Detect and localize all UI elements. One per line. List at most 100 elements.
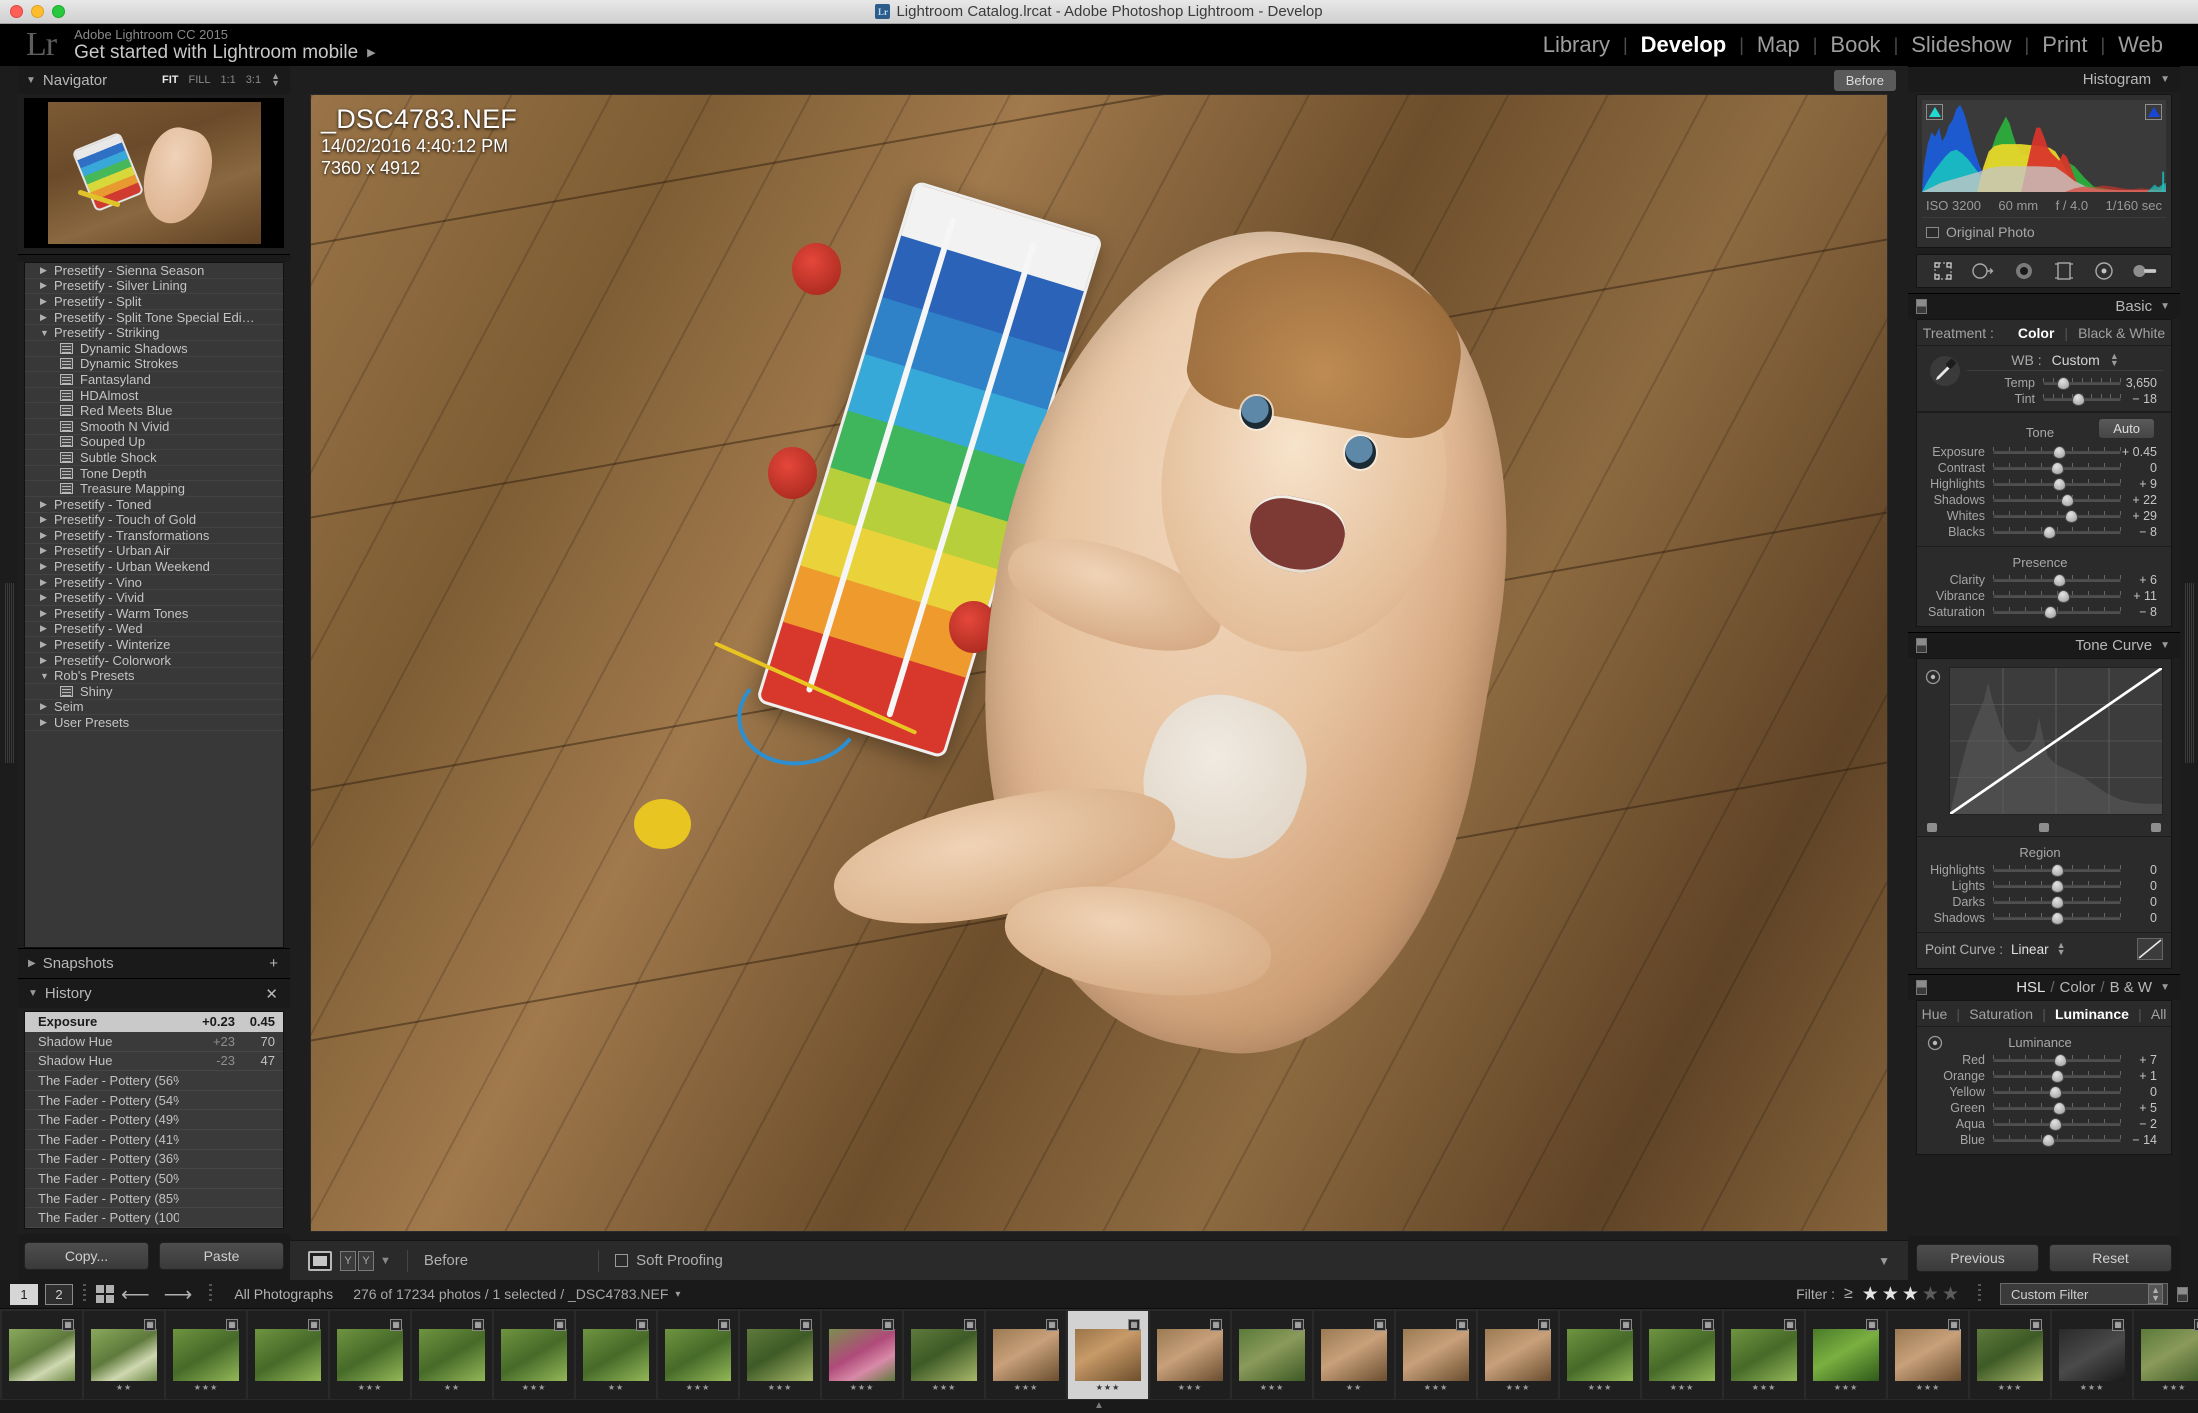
thumbnail-badge[interactable]: ▦ — [1046, 1318, 1058, 1331]
thumbnail-rating[interactable]: ★★ — [116, 1383, 132, 1392]
expand-triangle-icon[interactable]: ▶ — [40, 296, 54, 307]
slider-handle[interactable] — [2056, 589, 2070, 603]
slider-handle[interactable] — [2044, 605, 2058, 619]
previous-button[interactable]: Previous — [1916, 1244, 2039, 1272]
thumbnail-rating[interactable]: ★★★ — [1178, 1383, 1203, 1392]
slider-track[interactable] — [1993, 1085, 2121, 1099]
slider-value[interactable]: 0 — [2121, 879, 2163, 893]
slider-handle[interactable] — [2050, 863, 2064, 877]
zoom-mode-fill[interactable]: FILL — [188, 74, 210, 86]
collapse-triangle-icon[interactable]: ▼ — [40, 328, 54, 338]
original-photo-checkbox[interactable] — [1926, 226, 1939, 238]
thumbnail-badge[interactable]: ▦ — [718, 1318, 730, 1331]
treatment-color-option[interactable]: Color — [2018, 325, 2055, 341]
slider-handle[interactable] — [2056, 376, 2070, 390]
thumbnail-rating[interactable]: ★★ — [1346, 1383, 1362, 1392]
slider-value[interactable]: + 6 — [2121, 573, 2163, 587]
slider-handle[interactable] — [2053, 445, 2067, 459]
thumbnail-rating[interactable]: ★★★ — [2162, 1383, 2187, 1392]
slider-value[interactable]: 0 — [2121, 461, 2163, 475]
point-curve-stepper-icon[interactable]: ▲ ▼ — [2057, 941, 2066, 957]
filmstrip-thumbnail[interactable]: ▦ ★★★ — [1642, 1310, 1722, 1399]
filmstrip-thumbnail[interactable]: ▦ ★★ — [576, 1310, 656, 1399]
preset-folder[interactable]: ▶ Presetify- Colorwork — [25, 653, 283, 669]
slider-value[interactable]: + 0.45 — [2121, 445, 2163, 459]
slider-track[interactable] — [2043, 392, 2121, 406]
expand-triangle-icon[interactable]: ▶ — [40, 312, 54, 323]
thumbnail-badge[interactable]: ▦ — [1128, 1318, 1140, 1331]
slider-handle[interactable] — [2042, 525, 2056, 539]
slider-track[interactable] — [1993, 493, 2121, 507]
thumbnail-rating[interactable]: ★★★ — [1096, 1383, 1121, 1392]
filmstrip-thumbnail[interactable]: ▦ ★★★ — [1478, 1310, 1558, 1399]
slider-track[interactable] — [1993, 1069, 2121, 1083]
thumbnail-badge[interactable]: ▦ — [2112, 1318, 2124, 1331]
edit-point-curve-button[interactable] — [2137, 938, 2163, 960]
identity-plate[interactable]: Lr Adobe Lightroom CC 2015 Get started w… — [22, 27, 376, 64]
preset-folder[interactable]: ▶ Presetify - Vino — [25, 575, 283, 591]
filmstrip-thumbnail[interactable]: ▦ ★★★ — [1396, 1310, 1476, 1399]
hsl-header[interactable]: HSL / Color / B & W ▼ — [1908, 974, 2180, 1000]
tab-luminance[interactable]: Luminance — [2055, 1006, 2129, 1022]
filmstrip-thumbnail[interactable]: ▦ ★★★ — [1232, 1310, 1312, 1399]
filter-star-rating[interactable]: ★ ★ ★ ★ ★ — [1862, 1283, 1959, 1306]
filmstrip-thumbnail[interactable]: ▦ ★★★ — [494, 1310, 574, 1399]
expand-triangle-icon[interactable]: ▶ — [40, 499, 54, 510]
filmstrip-thumbnails[interactable]: ▦ ▦ ★★ ▦ ★★★ ▦ ▦ ★★★ ▦ ★★ ▦ ★★★ ▦ ★★ ▦ ★★★ ▦ ★★★ ▦ ★★★ ▦ ★★★ ▦… — [0, 1308, 2198, 1400]
custom-filter-stepper-icon[interactable]: ▲ ▼ — [2148, 1284, 2163, 1304]
add-snapshot-button[interactable]: + — [269, 955, 278, 972]
preset-folder[interactable]: ▶ User Presets — [25, 715, 283, 731]
go-back-icon[interactable]: ⟵ — [121, 1282, 150, 1307]
expand-triangle-icon[interactable]: ▶ — [40, 655, 54, 666]
expand-triangle-icon[interactable]: ▶ — [40, 592, 54, 603]
original-photo-row[interactable]: Original Photo — [1922, 217, 2166, 242]
slider-handle[interactable] — [2050, 911, 2064, 925]
slider-handle[interactable] — [2050, 1069, 2064, 1083]
preset-folder[interactable]: ▼ Presetify - Striking — [25, 325, 283, 341]
thumbnail-badge[interactable]: ▦ — [2194, 1318, 2198, 1331]
module-book[interactable]: Book — [1817, 32, 1893, 58]
preset-folder[interactable]: ▶ Presetify - Sienna Season — [25, 263, 283, 279]
preset-folder[interactable]: ▶ Presetify - Vivid — [25, 590, 283, 607]
auto-tone-button[interactable]: Auto — [2098, 418, 2155, 439]
filmstrip-thumbnail[interactable]: ▦ ★★★ — [1970, 1310, 2050, 1399]
slider-handle[interactable] — [2060, 493, 2074, 507]
thumbnail-rating[interactable]: ★★★ — [1424, 1383, 1449, 1392]
thumbnail-rating[interactable]: ★★★ — [358, 1383, 383, 1392]
target-adjustment-tool-icon[interactable] — [1927, 1035, 1943, 1056]
navigator-header[interactable]: ▼ Navigator FIT FILL 1:1 3:1 ▲ ▼ — [18, 66, 290, 94]
slider-value[interactable]: 0 — [2121, 911, 2163, 925]
custom-filter-select[interactable]: Custom Filter ▲ ▼ — [2000, 1283, 2168, 1305]
slider-value[interactable]: + 9 — [2121, 477, 2163, 491]
slider-track[interactable] — [1993, 863, 2121, 877]
slider-handle[interactable] — [2050, 879, 2064, 893]
thumbnail-badge[interactable]: ▦ — [1702, 1318, 1714, 1331]
preset-folder[interactable]: ▶ Presetify - Silver Lining — [25, 278, 283, 295]
preset-folder[interactable]: ▶ Presetify - Warm Tones — [25, 606, 283, 622]
loupe-view-icon[interactable] — [308, 1250, 332, 1271]
thumbnail-badge[interactable]: ▦ — [800, 1318, 812, 1331]
target-adjustment-tool-icon[interactable] — [1925, 667, 1943, 815]
filmstrip-thumbnail[interactable]: ▦ ★★★ — [1806, 1310, 1886, 1399]
tone-curve-header[interactable]: Tone Curve ▼ — [1908, 632, 2180, 658]
photo-preview[interactable]: _DSC4783.NEF 14/02/2016 4:40:12 PM 7360 … — [311, 95, 1887, 1231]
preset-item[interactable]: Dynamic Shadows — [25, 341, 283, 357]
filmstrip-thumbnail[interactable]: ▦ ★★★ — [986, 1310, 1066, 1399]
slider-value[interactable]: 0 — [2121, 1085, 2163, 1099]
slider-handle[interactable] — [2050, 895, 2064, 909]
before-after-dropdown-icon[interactable]: ▼ — [380, 1255, 391, 1267]
graduated-filter-icon[interactable] — [2051, 259, 2077, 283]
curve-splitter-midtones[interactable] — [2039, 823, 2049, 832]
collapse-triangle-icon[interactable]: ▼ — [26, 75, 36, 86]
basic-header[interactable]: Basic ▼ — [1908, 293, 2180, 319]
filmstrip-thumbnail[interactable]: ▦ — [248, 1310, 328, 1399]
preset-item[interactable]: Shiny — [25, 684, 283, 700]
preset-folder[interactable]: ▶ Presetify - Split — [25, 294, 283, 310]
left-panel-grip[interactable] — [0, 66, 18, 1280]
tab-saturation[interactable]: Saturation — [1969, 1006, 2033, 1022]
tone-curve-graph[interactable] — [1949, 667, 2163, 815]
snapshots-header[interactable]: ▶ Snapshots + — [18, 948, 290, 979]
slider-track[interactable] — [1993, 1101, 2121, 1115]
slider-value[interactable]: − 8 — [2121, 525, 2163, 539]
image-canvas[interactable]: _DSC4783.NEF 14/02/2016 4:40:12 PM 7360 … — [310, 94, 1888, 1232]
